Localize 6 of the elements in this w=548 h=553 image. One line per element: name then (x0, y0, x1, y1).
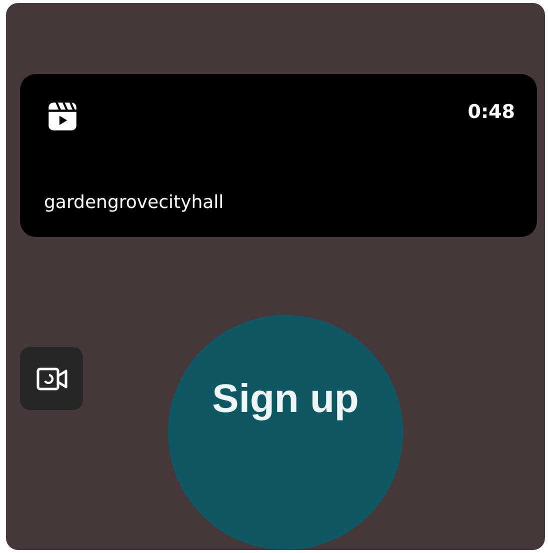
video-camera-button[interactable] (20, 347, 83, 410)
video-camera-icon (36, 366, 68, 390)
username: gardengrovecityhall (44, 192, 225, 213)
sign-up-button[interactable]: Sign up (168, 315, 403, 550)
video-duration: 0:48 (468, 101, 515, 123)
video-card[interactable]: 0:48 gardengrovecityhall (20, 74, 537, 237)
